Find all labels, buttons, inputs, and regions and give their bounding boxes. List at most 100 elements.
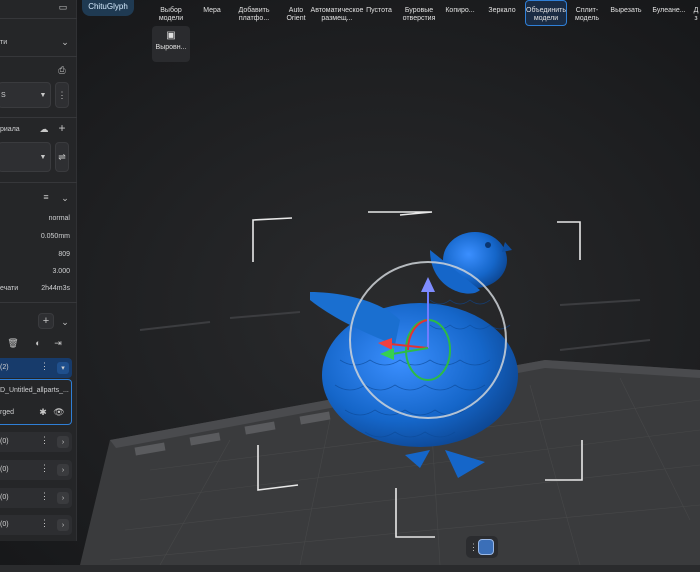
- tool-label: з: [694, 15, 698, 22]
- view-icon[interactable]: [478, 539, 494, 555]
- printer-more-button[interactable]: ⋮: [55, 82, 69, 108]
- tool-label: Выбор: [160, 7, 182, 14]
- param-value-layers: 809: [58, 251, 70, 258]
- merged-object-label[interactable]: rged: [0, 409, 14, 416]
- tool-label: Объединить: [526, 7, 566, 14]
- child-object-label[interactable]: D_Untitled_allparts_...: [0, 387, 69, 394]
- 3d-viewport[interactable]: [0, 0, 700, 565]
- more-icon[interactable]: ⋮: [40, 518, 49, 529]
- tool-mirror[interactable]: Зеркало: [484, 0, 520, 26]
- tool-label: Булеане...: [652, 7, 686, 14]
- os-taskbar: [0, 565, 700, 572]
- tool-auto-orient[interactable]: Auto Orient: [278, 0, 314, 26]
- tool-label: Автоматическое: [310, 7, 364, 14]
- tool-label: платфо...: [238, 15, 270, 22]
- tool-label: модель: [574, 15, 600, 22]
- object-group-row[interactable]: (0) ⋮ ›: [0, 460, 72, 480]
- object-group-row[interactable]: (0) ⋮ ›: [0, 488, 72, 508]
- list-icon[interactable]: ≡: [42, 192, 50, 202]
- tool-label: Orient: [286, 15, 306, 22]
- tool-select-model[interactable]: Выбор модели: [150, 0, 192, 26]
- tool-split-model[interactable]: Сплит-модель: [570, 0, 604, 26]
- material-select[interactable]: ▼: [0, 142, 51, 172]
- more-icon[interactable]: ⋮: [40, 361, 49, 372]
- app-logo-tab: ChituGlyph: [82, 0, 134, 16]
- tool-auto-arrange[interactable]: Автоматическое размещ...: [310, 0, 364, 26]
- object-group-row[interactable]: (0) ⋮ ›: [0, 515, 72, 535]
- export-icon[interactable]: ⇥: [53, 338, 63, 348]
- tool-drill-holes[interactable]: Буровые отверстия: [398, 0, 440, 26]
- tool-merge-models[interactable]: Объединить модели: [525, 0, 567, 26]
- tool-label: Вырезать: [610, 7, 642, 14]
- add-object-button[interactable]: +: [38, 313, 54, 329]
- param-label-print-time: ечати: [0, 285, 19, 292]
- brand-label: ChituGlyph: [88, 2, 128, 11]
- object-group-row[interactable]: (2) ⋮ ▾: [0, 358, 72, 378]
- trash-icon[interactable]: 🗑: [7, 338, 18, 348]
- expand-icon[interactable]: ›: [57, 492, 69, 504]
- tool-label: Сплит-: [575, 7, 599, 14]
- collapse-icon[interactable]: ▾: [57, 362, 69, 374]
- expand-icon[interactable]: ›: [57, 464, 69, 476]
- tool-label: отверстия: [402, 15, 436, 22]
- chevron-down-icon[interactable]: ⌄: [60, 193, 70, 203]
- tool-label: Д: [693, 7, 699, 14]
- tool-align[interactable]: ▣ Выровн...: [152, 26, 190, 62]
- tool-hollow[interactable]: Пустота: [364, 0, 394, 26]
- dropdown-arrow-icon: ▼: [39, 153, 47, 161]
- object-group-row[interactable]: (0) ⋮ ›: [0, 432, 72, 452]
- param-value-mode: normal: [48, 215, 70, 222]
- top-toolbar: Выбор модели Мера Добавить платфо... Auto O…: [150, 0, 700, 66]
- object-group-label: (0): [0, 521, 9, 528]
- more-icon[interactable]: ⋮: [40, 463, 49, 474]
- printer-select-value: S: [1, 92, 6, 99]
- section-title: ти: [0, 39, 8, 46]
- settings-icon[interactable]: ✱: [38, 407, 48, 417]
- eye-icon[interactable]: 👁: [53, 407, 64, 417]
- tool-copy[interactable]: Копиро...: [442, 0, 478, 26]
- cloud-upload-icon[interactable]: ☁: [39, 124, 49, 134]
- tool-label: Пустота: [366, 7, 392, 14]
- view-cube-widget[interactable]: ⋮: [466, 536, 498, 558]
- param-value-print-time: 2h44m3s: [41, 285, 70, 292]
- panel-toggle-icon[interactable]: ▭: [57, 2, 69, 12]
- tool-label: Буровые: [404, 7, 434, 14]
- tool-measure[interactable]: Мера: [194, 0, 230, 26]
- expand-icon[interactable]: ›: [57, 519, 69, 531]
- selected-object-children: D_Untitled_allparts_... rged ✱ 👁: [0, 379, 72, 425]
- left-settings-panel: ▭ ти ⌄ ⎙ S ▼ ⋮ риала ☁ + ▼ ⇌ ≡ ⌄ normal …: [0, 0, 77, 541]
- align-icon: ▣: [166, 30, 176, 41]
- add-material-icon[interactable]: +: [56, 121, 68, 135]
- tool-label: Auto: [288, 7, 304, 14]
- tool-add-platform[interactable]: Добавить платфо...: [234, 0, 274, 26]
- object-group-label: (2): [0, 364, 9, 371]
- more-icon[interactable]: ⋮: [40, 491, 49, 502]
- chevron-down-icon[interactable]: ⌄: [60, 317, 70, 327]
- tool-boolean[interactable]: Булеане...: [650, 0, 688, 26]
- tool-label: размещ...: [321, 15, 353, 22]
- tool-label: Добавить: [238, 7, 270, 14]
- material-settings-button[interactable]: ⇌: [55, 142, 69, 172]
- tool-label: модели: [158, 15, 184, 22]
- param-value-layer-height: 0.050mm: [40, 233, 70, 240]
- tool-cut[interactable]: Вырезать: [608, 0, 644, 26]
- tool-label: Зеркало: [488, 7, 516, 14]
- printer-select[interactable]: S ▼: [0, 82, 51, 108]
- more-icon[interactable]: ⋮: [40, 435, 49, 446]
- param-value-volume: 3.000: [52, 268, 70, 275]
- object-group-label: (0): [0, 494, 9, 501]
- object-group-label: (0): [0, 438, 9, 445]
- palette-icon[interactable]: ◐: [33, 338, 43, 348]
- object-group-label: (0): [0, 466, 9, 473]
- tool-more[interactable]: Дз: [692, 0, 700, 26]
- tool-label: Мера: [203, 7, 221, 14]
- chevron-down-icon[interactable]: ⌄: [60, 37, 70, 47]
- dropdown-arrow-icon: ▼: [39, 91, 47, 99]
- printer-settings-icon[interactable]: ⎙: [56, 64, 68, 76]
- drag-handle-icon[interactable]: ⋮: [469, 542, 478, 553]
- app-window: ChituGlyph ▭ ти ⌄ ⎙ S ▼ ⋮ риала ☁ + ▼ ⇌ …: [0, 0, 700, 572]
- expand-icon[interactable]: ›: [57, 436, 69, 448]
- tool-label: модели: [533, 15, 559, 22]
- tool-label: Выровн...: [155, 44, 187, 51]
- tool-label: Копиро...: [445, 7, 475, 14]
